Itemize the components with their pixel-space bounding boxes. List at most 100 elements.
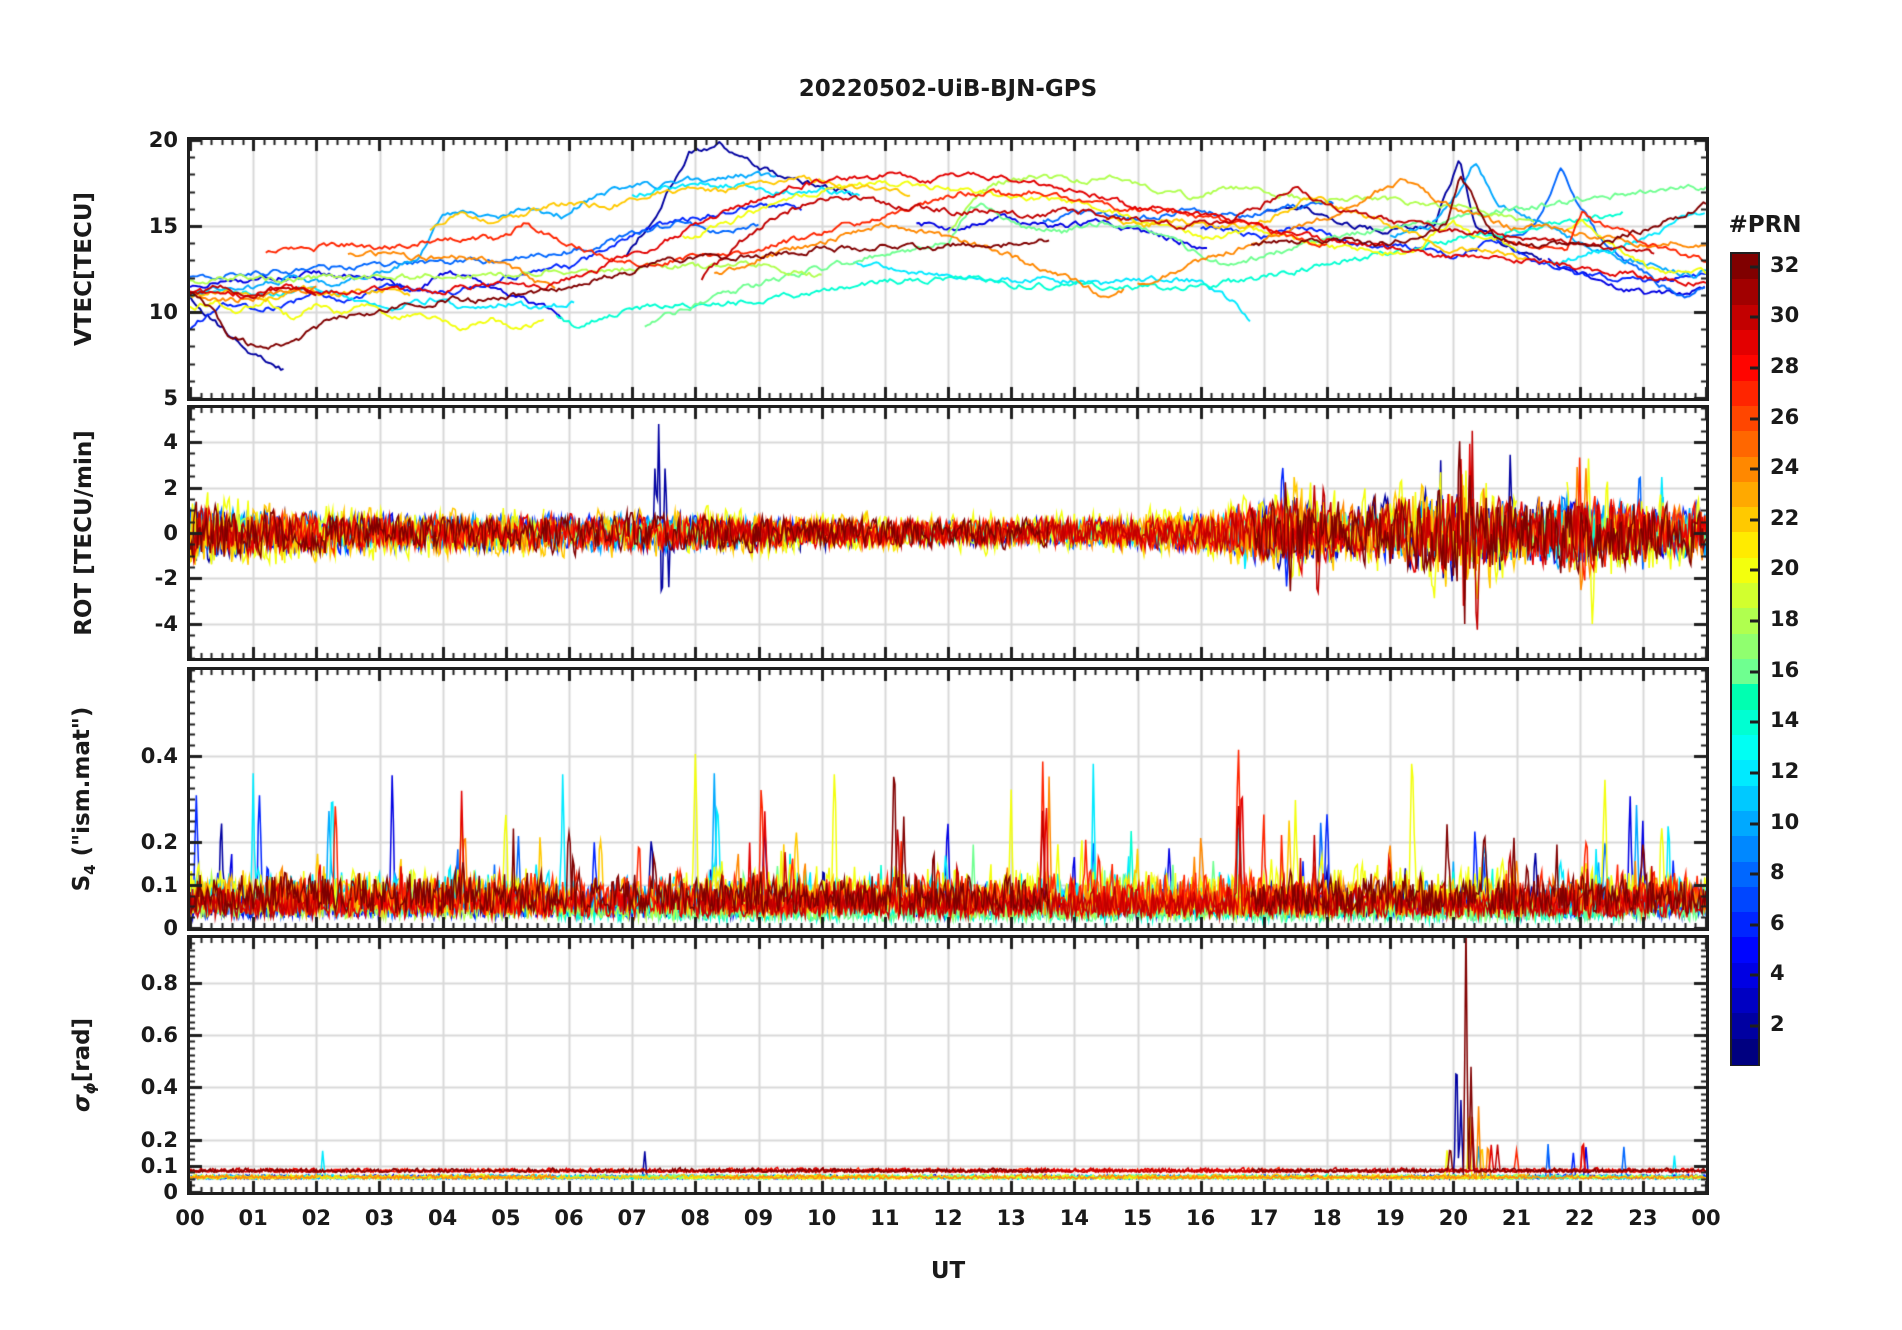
colorbar-block	[1732, 633, 1758, 660]
colorbar-tick	[1750, 518, 1758, 522]
colorbar-block	[1732, 785, 1758, 812]
x-tick-label: 13	[996, 1206, 1026, 1230]
y-tick-label: 0	[163, 521, 178, 545]
colorbar-block	[1732, 886, 1758, 913]
y-tick-label: 0.1	[140, 1153, 178, 1178]
colorbar-tick	[1750, 822, 1758, 826]
colorbar-tick-label: 32	[1770, 252, 1800, 277]
colorbar-tick	[1750, 923, 1758, 927]
s4-canvas	[190, 670, 1706, 928]
x-tick-label: 16	[1186, 1206, 1216, 1230]
x-tick-label: 02	[301, 1206, 331, 1230]
y-tick-label: 0.2	[140, 830, 178, 854]
x-tick-label: 07	[617, 1206, 647, 1230]
sigma-phi-canvas	[190, 938, 1706, 1192]
x-tick-label: 18	[1312, 1206, 1342, 1230]
colorbar-title: #PRN	[1728, 212, 1802, 238]
y-tick-label: 4	[163, 430, 178, 455]
colorbar-block	[1732, 380, 1758, 407]
y-tick-label: 20	[148, 128, 178, 152]
colorbar-tick	[1750, 315, 1758, 319]
x-tick-label: 06	[554, 1206, 584, 1230]
colorbar-tick	[1750, 1024, 1758, 1028]
colorbar-tick-label: 18	[1770, 607, 1800, 632]
y-tick-label: 2	[163, 475, 178, 500]
y-tick-label: 0.4	[140, 1075, 178, 1100]
sigma-phi-panel	[187, 935, 1709, 1195]
colorbar-tick	[1750, 265, 1758, 269]
colorbar-tick	[1750, 366, 1758, 370]
x-tick-label: 17	[1249, 1206, 1279, 1230]
colorbar-tick	[1750, 771, 1758, 775]
x-tick-label: 09	[743, 1206, 774, 1230]
vtec-canvas	[190, 140, 1706, 398]
colorbar-tick	[1750, 467, 1758, 471]
y-tick-label: 0	[163, 1180, 178, 1204]
y-tick-label: 0.8	[140, 970, 178, 995]
y-tick-label: 0.1	[140, 873, 178, 897]
x-tick-label: 21	[1501, 1206, 1532, 1230]
vtec-panel	[187, 137, 1709, 401]
x-tick-label: 05	[491, 1206, 521, 1230]
colorbar-tick-label: 2	[1770, 1012, 1785, 1037]
x-axis-label: UT	[930, 1258, 966, 1284]
colorbar-tick-label: 8	[1770, 860, 1785, 885]
x-tick-label: 23	[1628, 1206, 1658, 1230]
colorbar-tick	[1750, 619, 1758, 623]
colorbar-block	[1732, 684, 1758, 711]
colorbar-tick-label: 28	[1770, 353, 1800, 378]
x-tick-label: 19	[1375, 1206, 1405, 1230]
x-tick-label: 22	[1565, 1206, 1595, 1230]
x-tick-label: 00	[1691, 1206, 1721, 1230]
x-tick-label: 20	[1438, 1206, 1468, 1230]
vtec-axis-label: VTEC[TECU]	[71, 191, 97, 347]
colorbar-tick	[1750, 720, 1758, 724]
y-tick-label: 0	[163, 916, 178, 940]
colorbar-tick	[1750, 872, 1758, 876]
colorbar-tick	[1750, 417, 1758, 421]
rot-panel	[187, 405, 1709, 661]
x-tick-label: 12	[933, 1206, 963, 1230]
x-tick-label: 08	[680, 1206, 710, 1230]
rot-canvas	[190, 408, 1706, 658]
s4-axis-label: S4 ("ism.mat")	[69, 706, 99, 892]
y-tick-label: 0.6	[140, 1022, 178, 1047]
prn-colorbar	[1730, 252, 1760, 1066]
colorbar-tick	[1750, 973, 1758, 977]
x-tick-label: 15	[1122, 1206, 1153, 1230]
colorbar-tick-label: 14	[1770, 708, 1800, 733]
colorbar-block	[1732, 329, 1758, 356]
colorbar-block	[1732, 988, 1758, 1014]
colorbar-tick-label: 26	[1770, 404, 1800, 429]
colorbar-tick-label: 24	[1770, 455, 1800, 480]
colorbar-tick-label: 20	[1770, 556, 1800, 581]
y-tick-label: -4	[154, 611, 178, 636]
x-tick-label: 11	[870, 1206, 900, 1230]
colorbar-block	[1732, 1038, 1758, 1065]
figure-canvas: 20220502-UiB-BJN-GPS VTEC[TECU] ROT [TECU…	[0, 0, 1902, 1330]
colorbar-block	[1732, 583, 1758, 609]
x-tick-label: 14	[1059, 1206, 1089, 1230]
colorbar-tick-label: 6	[1770, 910, 1785, 935]
colorbar-block	[1732, 481, 1758, 508]
y-tick-label: 10	[148, 300, 178, 324]
colorbar-tick	[1750, 670, 1758, 674]
colorbar-tick-label: 12	[1770, 758, 1800, 783]
y-tick-label: -2	[154, 566, 178, 591]
y-tick-label: 0.4	[140, 744, 178, 768]
rot-axis-label: ROT [TECU/min]	[71, 430, 97, 636]
colorbar-tick	[1750, 568, 1758, 572]
colorbar-tick-label: 30	[1770, 303, 1800, 328]
x-tick-label: 00	[175, 1206, 205, 1230]
colorbar-block	[1732, 532, 1758, 559]
x-tick-label: 03	[364, 1206, 395, 1230]
x-tick-label: 01	[238, 1206, 268, 1230]
x-tick-label: 10	[807, 1206, 837, 1230]
x-tick-label: 04	[428, 1206, 458, 1230]
colorbar-block	[1732, 937, 1758, 964]
colorbar-tick-label: 22	[1770, 505, 1800, 530]
sigma_phi-axis-label: σϕ[rad]	[69, 1017, 99, 1113]
colorbar-block	[1732, 279, 1758, 306]
colorbar-block	[1732, 836, 1758, 862]
s4-panel	[187, 667, 1709, 931]
